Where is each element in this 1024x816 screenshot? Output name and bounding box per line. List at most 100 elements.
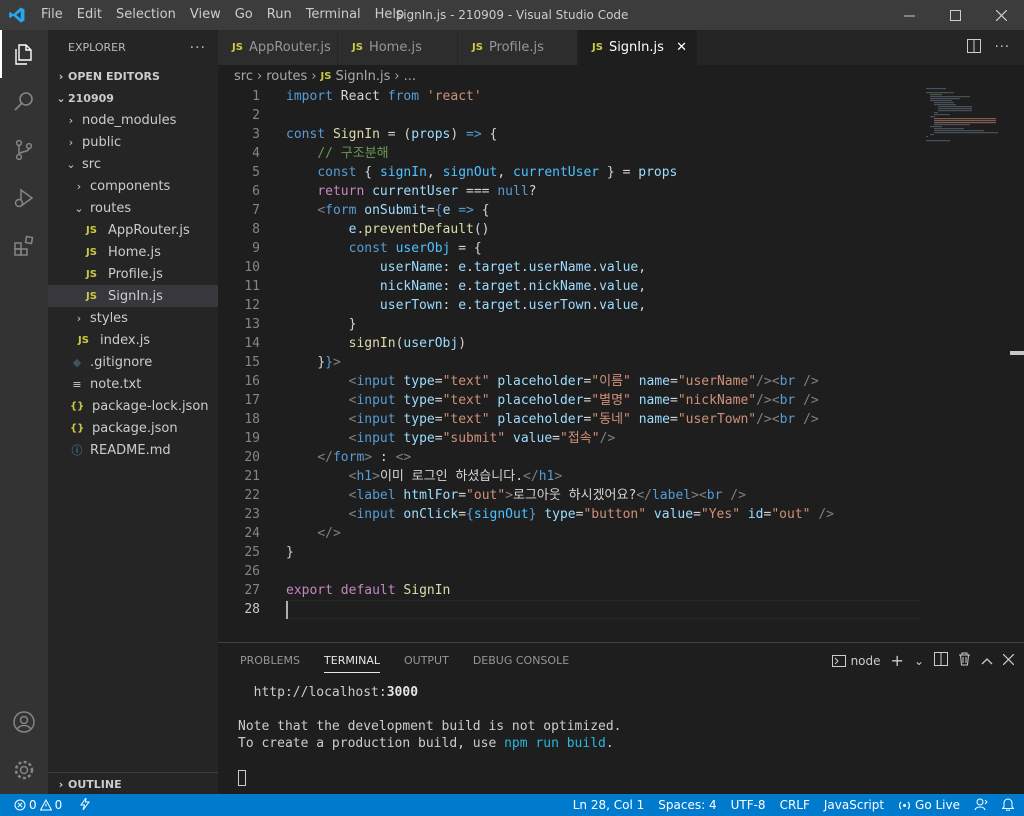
code-line[interactable]: 5 const { signIn, signOut, currentUser }… <box>218 163 1024 182</box>
tree-item[interactable]: ◆ .gitignore <box>48 351 218 373</box>
chevron-down-icon[interactable]: ⌄ <box>914 654 924 668</box>
menu-item-go[interactable]: Go <box>228 0 260 30</box>
code-editor[interactable]: 1 import React from 'react' 2 3 const SignIn… <box>218 87 1024 642</box>
menu-item-help[interactable]: Help <box>368 0 412 30</box>
indentation[interactable]: Spaces: 4 <box>658 798 716 812</box>
breadcrumb-file[interactable]: SignIn.js <box>335 69 390 84</box>
line-ending[interactable]: CRLF <box>780 798 810 812</box>
code-line[interactable]: 11 nickName: e.target.nickName.value, <box>218 277 1024 296</box>
close-panel-icon[interactable] <box>1002 653 1015 668</box>
code-line[interactable]: 22 <label htmlFor="out">로그아웃 하시겠어요?</lab… <box>218 486 1024 505</box>
problems-status[interactable]: 0 0 <box>14 798 62 812</box>
close-window-icon[interactable] <box>978 0 1024 30</box>
tree-item[interactable]: {} package-lock.json <box>48 395 218 417</box>
new-terminal-plus-icon[interactable]: + <box>891 651 904 670</box>
maximize-panel-chevron-up-icon[interactable] <box>981 654 993 668</box>
close-tab-icon[interactable]: ✕ <box>676 40 687 55</box>
tree-item[interactable]: ⌄ src <box>48 153 218 175</box>
source-control-icon[interactable] <box>0 126 48 174</box>
code-line[interactable]: 7 <form onSubmit={e => { <box>218 201 1024 220</box>
code-line[interactable]: 21 <h1>이미 로그인 하셨습니다.</h1> <box>218 467 1024 486</box>
account-icon[interactable] <box>0 698 48 746</box>
open-editors-section[interactable]: › OPEN EDITORS <box>48 65 218 87</box>
tree-item[interactable]: › public <box>48 131 218 153</box>
menu-item-edit[interactable]: Edit <box>70 0 109 30</box>
code-line[interactable]: 24 </> <box>218 524 1024 543</box>
code-line[interactable]: 6 return currentUser === null? <box>218 182 1024 201</box>
notifications-bell-icon[interactable] <box>1001 797 1015 814</box>
menu-item-run[interactable]: Run <box>260 0 299 30</box>
code-line[interactable]: 26 <box>218 562 1024 581</box>
extensions-icon[interactable] <box>0 222 48 270</box>
run-debug-icon[interactable] <box>0 174 48 222</box>
minimize-icon[interactable] <box>886 0 932 30</box>
lightning-icon[interactable] <box>80 797 91 813</box>
terminal-output[interactable]: http://localhost:3000 Note that the deve… <box>218 678 1024 792</box>
tree-item[interactable]: JS index.js <box>48 329 218 351</box>
code-line[interactable]: 25} <box>218 543 1024 562</box>
feedback-icon[interactable] <box>974 797 988 814</box>
menu-item-view[interactable]: View <box>183 0 228 30</box>
more-actions-icon[interactable]: ··· <box>190 40 206 56</box>
language-mode[interactable]: JavaScript <box>824 798 884 812</box>
menu-item-terminal[interactable]: Terminal <box>299 0 368 30</box>
panel-tab-problems[interactable]: PROBLEMS <box>240 643 300 678</box>
code-line[interactable]: 9 const userObj = { <box>218 239 1024 258</box>
settings-gear-icon[interactable] <box>0 746 48 794</box>
tree-item[interactable]: › node_modules <box>48 109 218 131</box>
trash-icon[interactable] <box>958 652 971 669</box>
split-editor-icon[interactable] <box>966 38 981 57</box>
terminal-shell-selector[interactable]: node <box>831 654 881 668</box>
menu-item-file[interactable]: File <box>34 0 70 30</box>
go-live-button[interactable]: Go Live <box>898 798 960 812</box>
code-line[interactable]: 4 // 구조분해 <box>218 144 1024 163</box>
code-line[interactable]: 17 <input type="text" placeholder="별명" n… <box>218 391 1024 410</box>
code-line[interactable]: 3 const SignIn = (props) => { <box>218 125 1024 144</box>
workspace-root-section[interactable]: ⌄ 210909 <box>48 87 218 109</box>
breadcrumb-routes[interactable]: routes <box>266 69 307 84</box>
encoding[interactable]: UTF-8 <box>731 798 766 812</box>
maximize-icon[interactable] <box>932 0 978 30</box>
code-line[interactable]: 15 }}> <box>218 353 1024 372</box>
code-line[interactable]: 12 userTown: e.target.userTown.value, <box>218 296 1024 315</box>
tab-approuter[interactable]: JS AppRouter.js <box>218 30 338 65</box>
code-line[interactable]: 27 export default SignIn <box>218 581 1024 600</box>
cursor-position[interactable]: Ln 28, Col 1 <box>573 798 645 812</box>
code-line[interactable]: 8 e.preventDefault() <box>218 220 1024 239</box>
code-line[interactable]: 28 <box>218 600 1024 619</box>
panel-tab-terminal[interactable]: TERMINAL <box>324 643 380 678</box>
code-line[interactable]: 20 </form> : <> <box>218 448 1024 467</box>
tree-item[interactable]: ≡ note.txt <box>48 373 218 395</box>
code-line[interactable]: 1 import React from 'react' <box>218 87 1024 106</box>
tree-item[interactable]: ⓘ README.md <box>48 439 218 461</box>
panel-tab-debug-console[interactable]: DEBUG CONSOLE <box>473 643 569 678</box>
tab-profile[interactable]: JS Profile.js <box>458 30 578 65</box>
more-actions-icon[interactable]: ··· <box>995 40 1010 55</box>
split-terminal-icon[interactable] <box>934 652 948 669</box>
panel-tab-output[interactable]: OUTPUT <box>404 643 449 678</box>
tree-item[interactable]: JS Home.js <box>48 241 218 263</box>
code-line[interactable]: 2 <box>218 106 1024 125</box>
tree-item[interactable]: ⌄ routes <box>48 197 218 219</box>
tab-signin[interactable]: JS SignIn.js ✕ <box>578 30 698 65</box>
code-line[interactable]: 23 <input onClick={signOut} type="button… <box>218 505 1024 524</box>
search-icon[interactable] <box>0 78 48 126</box>
tree-item[interactable]: JS SignIn.js <box>48 285 218 307</box>
code-line[interactable]: 10 userName: e.target.userName.value, <box>218 258 1024 277</box>
tree-item[interactable]: › styles <box>48 307 218 329</box>
code-line[interactable]: 18 <input type="text" placeholder="동네" n… <box>218 410 1024 429</box>
tab-home[interactable]: JS Home.js <box>338 30 458 65</box>
tree-item[interactable]: › components <box>48 175 218 197</box>
breadcrumb-symbol[interactable]: ... <box>404 69 416 84</box>
explorer-files-icon[interactable] <box>0 30 48 78</box>
minimap[interactable] <box>924 87 1014 147</box>
tree-item[interactable]: JS Profile.js <box>48 263 218 285</box>
code-line[interactable]: 16 <input type="text" placeholder="이름" n… <box>218 372 1024 391</box>
scrollbar-thumb[interactable] <box>1010 351 1024 355</box>
code-line[interactable]: 14 signIn(userObj) <box>218 334 1024 353</box>
code-line[interactable]: 13 } <box>218 315 1024 334</box>
tree-item[interactable]: JS AppRouter.js <box>48 219 218 241</box>
outline-section[interactable]: › OUTLINE <box>48 773 218 794</box>
breadcrumb-src[interactable]: src <box>234 69 253 84</box>
code-line[interactable]: 19 <input type="submit" value="접속"/> <box>218 429 1024 448</box>
